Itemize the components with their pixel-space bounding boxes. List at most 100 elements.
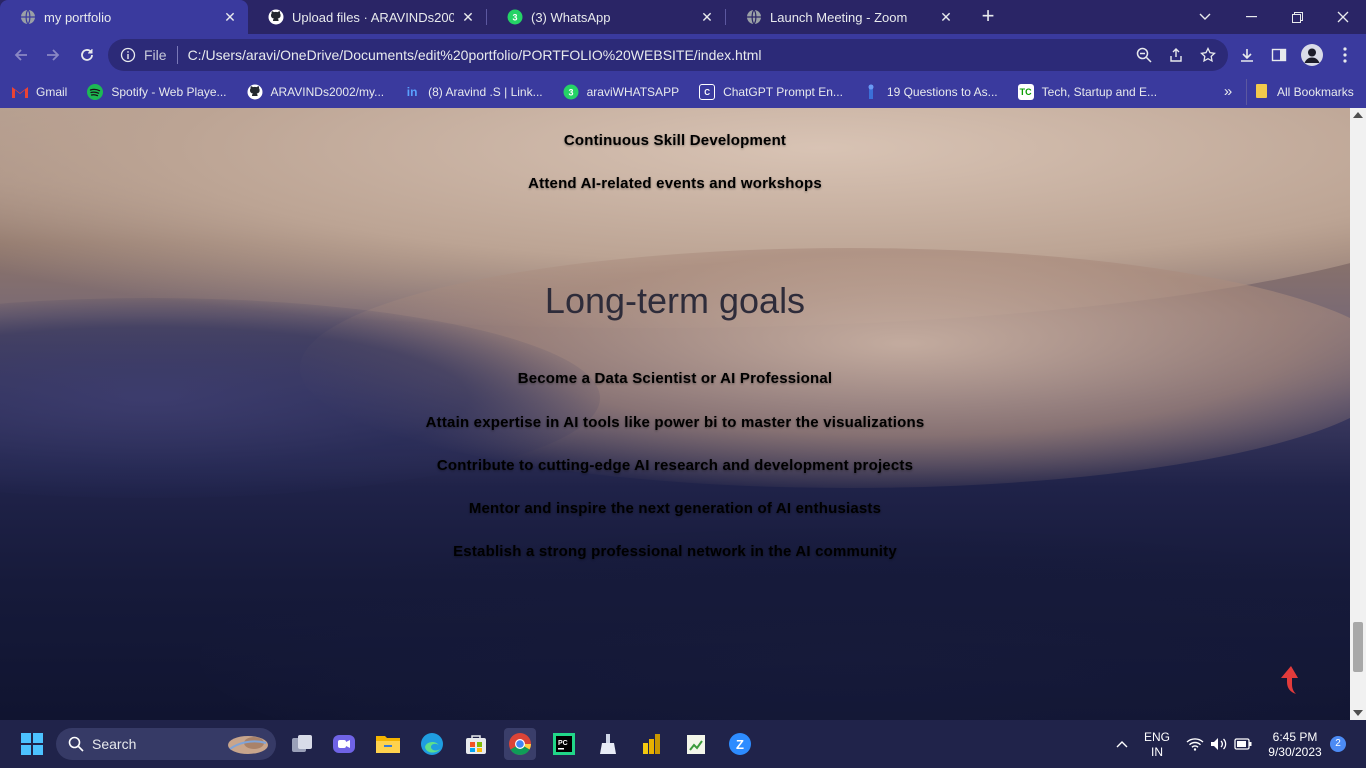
wifi-icon — [1186, 738, 1204, 751]
zoom-button[interactable] — [1128, 39, 1160, 71]
side-panel-button[interactable] — [1264, 40, 1294, 70]
arrow-left-icon — [14, 49, 27, 61]
battery-button[interactable] — [1228, 728, 1258, 760]
file-explorer-button[interactable] — [372, 728, 404, 760]
taskbar: Search PC Z ENG IN 6:45 PM 9/30/2023 — [0, 720, 1366, 768]
chevron-up-icon — [1116, 741, 1128, 748]
notification-badge[interactable]: 2 — [1330, 736, 1346, 752]
whatsapp-icon: 3 — [507, 9, 523, 25]
close-icon[interactable]: ✕ — [460, 9, 476, 25]
scrollbar-thumb[interactable] — [1353, 622, 1363, 672]
goal-item: Continuous Skill Development — [563, 132, 787, 149]
language-indicator[interactable]: ENG IN — [1140, 730, 1174, 760]
taskbar-search[interactable]: Search — [56, 728, 276, 760]
url-text[interactable]: C:/Users/aravi/OneDrive/Documents/edit%2… — [188, 47, 1128, 63]
pycharm-button[interactable]: PC — [548, 728, 580, 760]
tab-upload-files[interactable]: Upload files · ARAVINDs2002/M ✕ — [248, 0, 486, 34]
restore-button[interactable] — [1274, 0, 1320, 34]
bookmark-19-questions[interactable]: 19 Questions to As... — [855, 79, 1006, 105]
bookmark-label: 19 Questions to As... — [886, 85, 998, 99]
menu-button[interactable] — [1330, 40, 1360, 70]
scroll-down-icon[interactable] — [1353, 710, 1363, 716]
bookmark-github[interactable]: ARAVINDs2002/my... — [239, 79, 393, 105]
powerbi-button[interactable] — [636, 728, 668, 760]
forward-button[interactable] — [38, 40, 68, 70]
whatsapp-icon: 3 — [563, 84, 579, 100]
goal-item: Attend AI-related events and workshops — [528, 175, 822, 192]
goal-item: Contribute to cutting-edge AI research a… — [436, 457, 914, 474]
bookmark-label: ChatGPT Prompt En... — [723, 85, 843, 99]
bookmark-chatgpt-prompt[interactable]: C ChatGPT Prompt En... — [691, 79, 851, 105]
task-view-button[interactable] — [286, 728, 318, 760]
tab-title: Launch Meeting - Zoom — [770, 9, 908, 25]
minimize-button[interactable] — [1228, 0, 1274, 34]
store-button[interactable] — [460, 728, 492, 760]
share-icon — [1170, 48, 1182, 62]
close-window-button[interactable] — [1320, 0, 1366, 34]
download-icon — [1241, 49, 1253, 62]
search-highlight-icon — [228, 736, 268, 754]
bookmark-techcrunch[interactable]: TC Tech, Startup and E... — [1010, 79, 1165, 105]
back-button[interactable] — [6, 40, 36, 70]
bookmark-star-button[interactable] — [1192, 39, 1224, 71]
page-scrollbar[interactable] — [1350, 108, 1366, 720]
bookmark-gmail[interactable]: Gmail — [4, 79, 75, 105]
info-icon[interactable] — [120, 47, 136, 63]
divider — [176, 46, 178, 64]
side-panel-icon — [1271, 48, 1287, 62]
share-button[interactable] — [1160, 39, 1192, 71]
close-icon — [1337, 11, 1349, 23]
edge-icon — [421, 733, 443, 755]
star-icon — [1200, 47, 1216, 63]
scroll-to-top-button[interactable] — [1276, 664, 1306, 696]
tab-whatsapp[interactable]: 3 (3) WhatsApp ✕ — [487, 0, 725, 34]
bookmark-label: Tech, Startup and E... — [1041, 85, 1158, 99]
downloads-button[interactable] — [1232, 40, 1262, 70]
chevron-down-icon — [1199, 13, 1211, 20]
clock[interactable]: 6:45 PM 9/30/2023 — [1262, 730, 1328, 760]
zoom-icon: Z — [729, 733, 751, 755]
search-icon — [68, 736, 84, 752]
svg-text:Z: Z — [736, 737, 744, 752]
chrome-icon — [509, 733, 531, 755]
folder-icon — [1255, 83, 1269, 102]
all-bookmarks-button[interactable]: All Bookmarks — [1246, 79, 1354, 105]
scroll-up-icon[interactable] — [1353, 112, 1363, 118]
kebab-menu-icon — [1343, 47, 1347, 63]
bookmark-linkedin[interactable]: in (8) Aravind .S | Link... — [396, 79, 551, 105]
bookmark-whatsapp[interactable]: 3 araviWHATSAPP — [555, 79, 687, 105]
svg-text:PC: PC — [558, 740, 568, 747]
windows-icon — [21, 733, 43, 755]
notepad-button[interactable] — [680, 728, 712, 760]
zoom-app-button[interactable]: Z — [724, 728, 756, 760]
tab-my-portfolio[interactable]: my portfolio ✕ — [0, 0, 248, 34]
new-tab-button[interactable]: + — [976, 5, 1000, 29]
close-icon[interactable]: ✕ — [699, 9, 715, 25]
github-icon — [268, 9, 284, 25]
svg-text:3: 3 — [568, 88, 573, 98]
cleanup-button[interactable] — [592, 728, 624, 760]
close-icon[interactable]: ✕ — [938, 9, 954, 25]
language-label: ENG — [1143, 730, 1170, 744]
broom-icon — [600, 734, 616, 754]
meet-button[interactable] — [328, 728, 360, 760]
chrome-button[interactable] — [504, 728, 536, 760]
globe-icon — [20, 9, 36, 25]
tab-search-button[interactable] — [1182, 0, 1228, 34]
profile-button[interactable] — [1297, 40, 1327, 70]
show-hidden-icons-button[interactable] — [1106, 728, 1138, 760]
start-button[interactable] — [16, 728, 48, 760]
bookmarks-bar: Gmail Spotify - Web Playe... ARAVINDs200… — [0, 76, 1366, 108]
more-bookmarks-button[interactable]: » — [1218, 80, 1238, 104]
chart-file-icon — [687, 735, 705, 754]
edge-button[interactable] — [416, 728, 448, 760]
bookmark-spotify[interactable]: Spotify - Web Playe... — [79, 79, 234, 105]
tab-launch-meeting-zoom[interactable]: Launch Meeting - Zoom ✕ — [726, 0, 964, 34]
close-icon[interactable]: ✕ — [222, 9, 238, 25]
minimize-icon — [1245, 16, 1257, 18]
powerbi-icon — [643, 734, 660, 754]
clock-date: 9/30/2023 — [1268, 745, 1322, 759]
bookmark-label: ARAVINDs2002/my... — [270, 85, 385, 99]
reload-button[interactable] — [72, 40, 102, 70]
address-bar[interactable]: File C:/Users/aravi/OneDrive/Documents/e… — [108, 39, 1228, 71]
